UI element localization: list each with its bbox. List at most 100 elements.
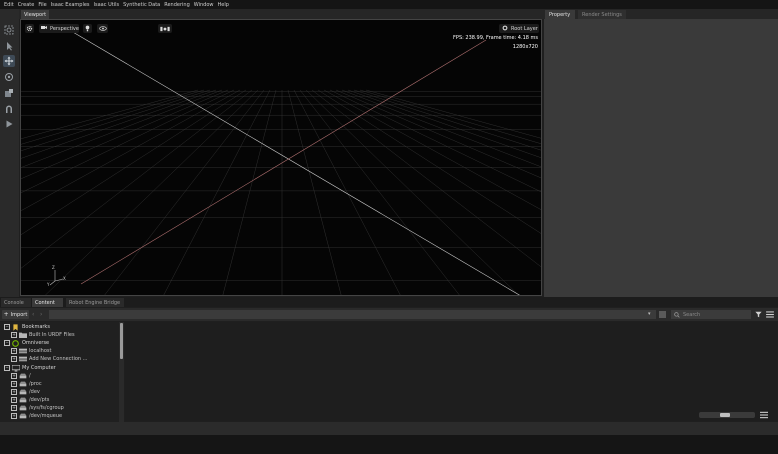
menu-item-window[interactable]: Window [194, 2, 214, 8]
tab-render-settings[interactable]: Render Settings [578, 10, 626, 19]
list-view-icon[interactable] [760, 411, 768, 419]
viewport-settings-icon[interactable] [25, 24, 34, 33]
root-layer-button[interactable]: Root Layer [499, 24, 539, 33]
grid-view-icon[interactable] [659, 311, 666, 318]
property-panel [544, 19, 778, 297]
import-label: Import [10, 311, 28, 318]
plus-icon: + [3, 311, 9, 318]
expand-icon[interactable]: + [11, 332, 17, 339]
chevron-down-icon[interactable]: ▾ [648, 311, 654, 318]
expand-icon[interactable]: + [11, 396, 17, 403]
tree-item[interactable]: + Built In URDF Files [11, 331, 75, 339]
bookmark-icon [12, 324, 20, 331]
tree-item[interactable]: + Add New Connection ... [11, 355, 87, 363]
menu-item-isaac-utils[interactable]: Isaac Utils [94, 2, 120, 8]
viewport-tab-strip [19, 9, 544, 19]
scale-tool-icon[interactable] [3, 87, 15, 99]
tree-item[interactable]: + /dev/mqueue [11, 412, 62, 420]
tree-item-label: /dev [29, 388, 40, 395]
taskbar [0, 435, 778, 454]
expand-icon[interactable]: + [11, 372, 17, 379]
tree-item[interactable]: + /dev [11, 388, 40, 396]
axis-label-z: Z [52, 265, 55, 270]
grid-line [359, 89, 541, 144]
tool-palette [0, 9, 19, 297]
collapse-icon[interactable]: − [4, 340, 10, 347]
select-mode-icon[interactable] [3, 24, 15, 36]
play-icon[interactable] [3, 118, 15, 130]
collapse-icon[interactable]: − [4, 364, 10, 371]
tab-property[interactable]: Property [545, 10, 575, 19]
folder-icon [19, 332, 27, 339]
camera-dropdown[interactable]: Perspective [39, 24, 79, 33]
grid-line [365, 89, 541, 139]
grid-line [287, 89, 342, 295]
rotate-tool-icon[interactable] [3, 71, 15, 83]
slider-thumb[interactable] [720, 413, 730, 417]
drive-icon [19, 397, 27, 403]
server-icon [19, 356, 27, 362]
tab-content[interactable]: Content [32, 298, 63, 307]
menu-item-file[interactable]: File [38, 2, 46, 8]
tree-item-label: / [29, 372, 31, 379]
search-input[interactable]: Search [671, 310, 751, 319]
drive-icon [19, 381, 27, 387]
tree-item-label: Bookmarks [22, 324, 50, 330]
snap-magnet-icon[interactable] [3, 103, 15, 115]
visibility-eye-icon[interactable] [97, 24, 108, 33]
render-mode-icon[interactable] [158, 24, 172, 33]
grid-line [104, 89, 265, 295]
content-tree: − Bookmarks + Built In URDF Files − Omniverse… [0, 322, 124, 422]
tree-item[interactable]: + /sys/fs/cgroup [11, 404, 64, 412]
root-layer-label: Root Layer [511, 25, 538, 32]
grid-line [341, 89, 541, 168]
viewport-canvas[interactable]: Perspective Root Layer FPS: 238.99, Fram… [20, 19, 542, 296]
expand-icon[interactable]: + [11, 413, 17, 420]
menu-item-edit[interactable]: Edit [4, 2, 14, 8]
omniverse-icon [12, 340, 20, 348]
expand-icon[interactable]: + [11, 380, 17, 387]
camera-label: Perspective [50, 25, 79, 32]
expand-icon[interactable]: + [11, 348, 17, 355]
tree-item-label: Add New Connection ... [29, 356, 88, 363]
menu-lines-icon[interactable] [766, 311, 774, 318]
tree-item-label: /dev/mqueue [29, 413, 63, 420]
menu-item-create[interactable]: Create [18, 2, 35, 8]
import-button[interactable]: + Import [2, 310, 29, 319]
tree-item[interactable]: − Bookmarks [4, 323, 50, 331]
menu-bar: Edit Create File Isaac Examples Isaac Utils S… [0, 0, 778, 9]
tree-item[interactable]: + / [11, 372, 31, 380]
tree-item[interactable]: − Omniverse [4, 339, 50, 348]
filter-icon[interactable] [755, 311, 762, 318]
tree-item[interactable]: + /dev/pts [11, 396, 49, 404]
expand-icon[interactable]: + [11, 356, 17, 363]
axis-label-x: X [63, 276, 66, 281]
move-tool-icon[interactable] [3, 55, 15, 67]
tab-console[interactable]: Console [1, 298, 31, 307]
menu-item-rendering[interactable]: Rendering [164, 2, 190, 8]
light-bulb-icon[interactable] [83, 24, 92, 33]
menu-item-isaac-examples[interactable]: Isaac Examples [51, 2, 90, 8]
content-grid[interactable] [125, 322, 777, 421]
tree-scrollbar-thumb[interactable] [120, 323, 123, 359]
computer-icon [11, 364, 21, 371]
viewport-scene[interactable] [21, 20, 542, 296]
path-input[interactable] [49, 310, 656, 319]
tree-item[interactable]: + localhost [11, 347, 51, 355]
menu-item-help[interactable]: Help [218, 2, 229, 8]
forward-arrow-icon[interactable]: › [40, 311, 46, 318]
layer-icon [502, 25, 508, 33]
select-arrow-icon[interactable] [3, 40, 15, 52]
expand-icon[interactable]: + [11, 388, 17, 395]
drive-icon [19, 373, 27, 379]
tree-item[interactable]: − My Computer [4, 364, 56, 372]
collapse-icon[interactable]: − [4, 324, 10, 330]
back-arrow-icon[interactable]: ‹ [32, 311, 38, 318]
grid-line [163, 89, 271, 295]
tree-item[interactable]: + /proc [11, 380, 42, 388]
tab-robot-engine-bridge[interactable]: Robot Engine Bridge [66, 298, 124, 307]
tree-item-label: Omniverse [22, 340, 50, 347]
tab-viewport[interactable]: Viewport [21, 10, 49, 19]
menu-item-synthetic-data[interactable]: Synthetic Data [123, 2, 160, 8]
expand-icon[interactable]: + [11, 405, 17, 411]
